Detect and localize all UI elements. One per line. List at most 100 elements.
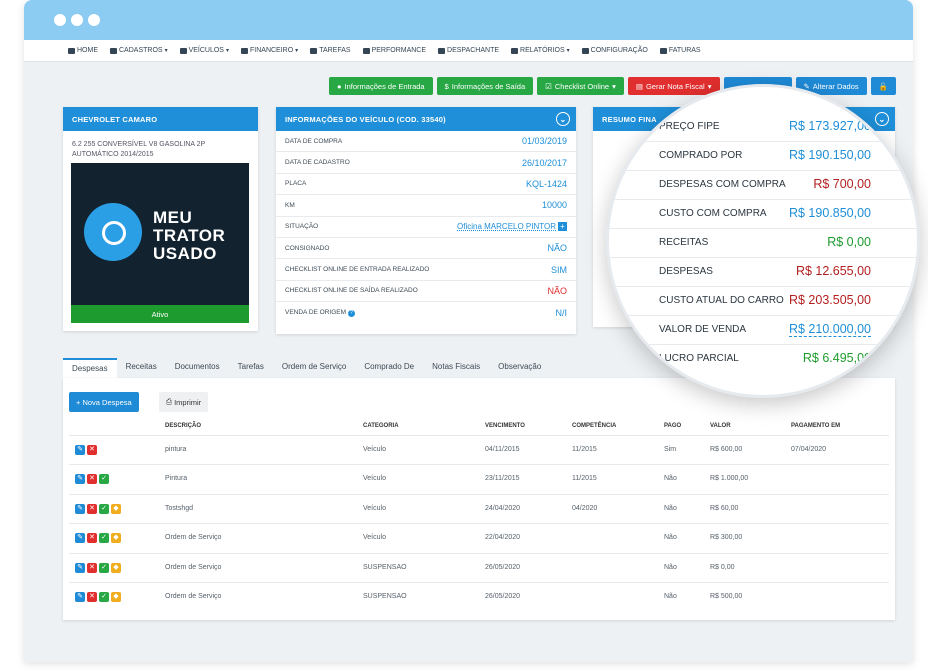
nav-configuracao[interactable]: CONFIGURAÇÃO	[581, 47, 648, 54]
check-icon[interactable]: ✓	[99, 562, 109, 573]
home-icon	[68, 47, 75, 54]
edit-icon[interactable]: ✎	[75, 503, 85, 514]
info-entrada-button[interactable]: ● Informações de Entrada	[329, 77, 433, 95]
check-icon[interactable]: ✓	[99, 533, 109, 544]
summary-row: CUSTO COM COMPRA R$ 190.850,00	[609, 200, 917, 229]
tab-receitas[interactable]: Receitas	[117, 358, 166, 378]
nav-faturas[interactable]: FATURAS	[659, 47, 701, 54]
sale-value-link[interactable]: R$ 210.000,00	[788, 322, 871, 337]
delete-icon[interactable]: ✕	[87, 533, 97, 544]
delete-icon[interactable]: ✕	[87, 503, 97, 514]
unlock-icon: 🔓	[878, 81, 888, 91]
expenses-panel: + Nova Despesa ⎙ Imprimir DESCRIÇÃO CATE…	[63, 378, 895, 620]
gear-logo-icon	[84, 203, 142, 261]
logo-text: MEU TRATOR USADO	[153, 208, 226, 263]
chevron-down-icon: ▾	[707, 81, 712, 91]
edit-icon[interactable]: ✎	[75, 592, 85, 602]
table-row: ✎ ✕ pintura Veículo 04/11/2015 11/2015 Si…	[69, 436, 889, 466]
tag-icon[interactable]: ◆	[111, 503, 121, 514]
table-row: ✎ ✕ ✓ ◆ Ordem de Serviço SUSPENSAO 26/05/20…	[69, 554, 889, 583]
tag-icon[interactable]: ◆	[111, 592, 121, 602]
tab-observacao[interactable]: Observação	[489, 358, 550, 378]
tab-ordem-servico[interactable]: Ordem de Serviço	[273, 358, 355, 378]
calendar-icon	[310, 47, 318, 54]
nav-tarefas[interactable]: TAREFAS	[310, 47, 351, 54]
chevron-down-icon: ▾	[295, 48, 299, 54]
table-row: ✎ ✕ ✓ ◆ Ordem de Serviço Veículo 22/04/2020…	[69, 524, 889, 554]
checklist-button[interactable]: ☑ Checklist Online ▾	[537, 77, 624, 95]
tab-comprado-de[interactable]: Comprado De	[355, 358, 423, 378]
edit-icon[interactable]: ✎	[75, 474, 85, 485]
lock-button[interactable]: 🔓	[870, 77, 896, 95]
row-actions: ✎ ✕	[75, 445, 97, 455]
chevron-down-icon: ▾	[566, 48, 570, 54]
table-header: DESCRIÇÃO CATEGORIA VENCIMENTO COMPETÊNC…	[69, 418, 889, 436]
summary-row: DESPESAS COM COMPRA R$ 700,00	[609, 171, 917, 200]
delete-icon[interactable]: ✕	[87, 562, 97, 573]
document-icon	[438, 47, 446, 54]
summary-row: RECEITAS R$ 0,00	[609, 229, 917, 258]
pdf-icon: ▤	[635, 81, 643, 91]
delete-icon[interactable]: ✕	[87, 592, 97, 602]
invoice-icon	[659, 47, 667, 54]
window-dot-icon[interactable]	[71, 14, 83, 26]
plus-icon[interactable]: +	[558, 222, 567, 232]
info-row: CHECKLIST ONLINE DE SAÍDA REALIZADO NÃO	[276, 281, 576, 303]
summary-row: LUCRO PARCIAL R$ 6.495,00	[659, 351, 871, 365]
report-icon	[511, 47, 519, 54]
nav-home[interactable]: HOME	[68, 47, 98, 54]
nav-veiculos[interactable]: VEÍCULOS ▾	[179, 47, 229, 54]
info-row: DATA DE CADASTRO 26/10/2017	[276, 152, 576, 174]
nav-despachante[interactable]: DESPACHANTE	[438, 47, 499, 54]
nav-cadastros[interactable]: CADASTROS ▾	[110, 47, 168, 54]
delete-icon[interactable]: ✕	[87, 445, 97, 455]
tab-tarefas[interactable]: Tarefas	[229, 358, 273, 378]
check-icon[interactable]: ✓	[99, 592, 109, 602]
info-row: SITUAÇÃO Oficina MARCELO PINTOR +	[276, 217, 576, 238]
chevron-down-icon[interactable]: ⌄	[556, 112, 570, 126]
tag-icon[interactable]: ◆	[111, 533, 121, 544]
check-icon[interactable]: ✓	[99, 503, 109, 514]
window-titlebar	[24, 0, 913, 40]
info-icon: ●	[337, 81, 342, 91]
performance-icon	[362, 47, 370, 54]
question-icon[interactable]: ?	[347, 309, 355, 317]
nav-performance[interactable]: PERFORMANCE	[362, 47, 426, 54]
gear-icon	[581, 47, 589, 54]
check-icon[interactable]: ✓	[99, 474, 109, 485]
row-actions: ✎ ✕ ✓ ◆	[75, 592, 121, 602]
wheel-icon	[102, 221, 126, 245]
row-actions: ✎ ✕ ✓ ◆	[75, 503, 121, 514]
delete-icon[interactable]: ✕	[87, 474, 97, 485]
car-description: 6.2 255 CONVERSÍVEL V8 GASOLINA 2P AUTOM…	[72, 141, 206, 158]
tag-icon[interactable]: ◆	[111, 562, 121, 573]
row-actions: ✎ ✕ ✓ ◆	[75, 562, 121, 573]
nota-fiscal-button[interactable]: ▤ Gerar Nota Fiscal ▾	[627, 77, 720, 95]
dollar-icon: $	[444, 81, 449, 91]
car-card-title: CHEVROLET CAMARO	[63, 107, 258, 131]
tab-documentos[interactable]: Documentos	[166, 358, 229, 378]
info-saida-button[interactable]: $ Informações de Saída	[436, 77, 534, 95]
tab-despesas[interactable]: Despesas	[63, 358, 117, 378]
vehicle-info-title: INFORMAÇÕES DO VEÍCULO (COD. 33540) ⌄	[276, 107, 576, 131]
tab-notas-fiscais[interactable]: Notas Fiscais	[423, 358, 489, 378]
print-button[interactable]: ⎙ Imprimir	[159, 392, 209, 412]
nav-relatorios[interactable]: RELATÓRIOS ▾	[511, 47, 570, 54]
checklist-icon: ☑	[545, 81, 552, 91]
add-expense-button[interactable]: + Nova Despesa	[69, 392, 139, 412]
situacao-link[interactable]: Oficina MARCELO PINTOR	[457, 222, 556, 231]
edit-icon[interactable]: ✎	[75, 533, 85, 544]
info-row: CONSIGNADO NÃO	[276, 238, 576, 260]
briefcase-icon	[110, 47, 117, 54]
table-row: ✎ ✕ ✓ ◆ Tostshgd Veículo 24/04/2020 04/2020…	[69, 495, 889, 525]
window-dot-icon[interactable]	[88, 14, 100, 26]
summary-row: VALOR DE VENDA R$ 210.000,00	[609, 316, 917, 345]
chevron-down-icon: ▾	[164, 48, 168, 54]
window-dot-icon[interactable]	[54, 14, 66, 26]
nav-financeiro[interactable]: FINANCEIRO ▾	[241, 47, 298, 54]
table-row: ✎ ✕ ✓ ◆ Ordem de Serviço SUSPENSAO 26/05/20…	[69, 583, 889, 612]
edit-icon[interactable]: ✎	[75, 445, 85, 455]
summary-row: CUSTO ATUAL DO CARRO R$ 203.505,00	[609, 287, 917, 316]
summary-row: COMPRADO POR R$ 190.150,00	[609, 142, 917, 171]
edit-icon[interactable]: ✎	[75, 562, 85, 573]
